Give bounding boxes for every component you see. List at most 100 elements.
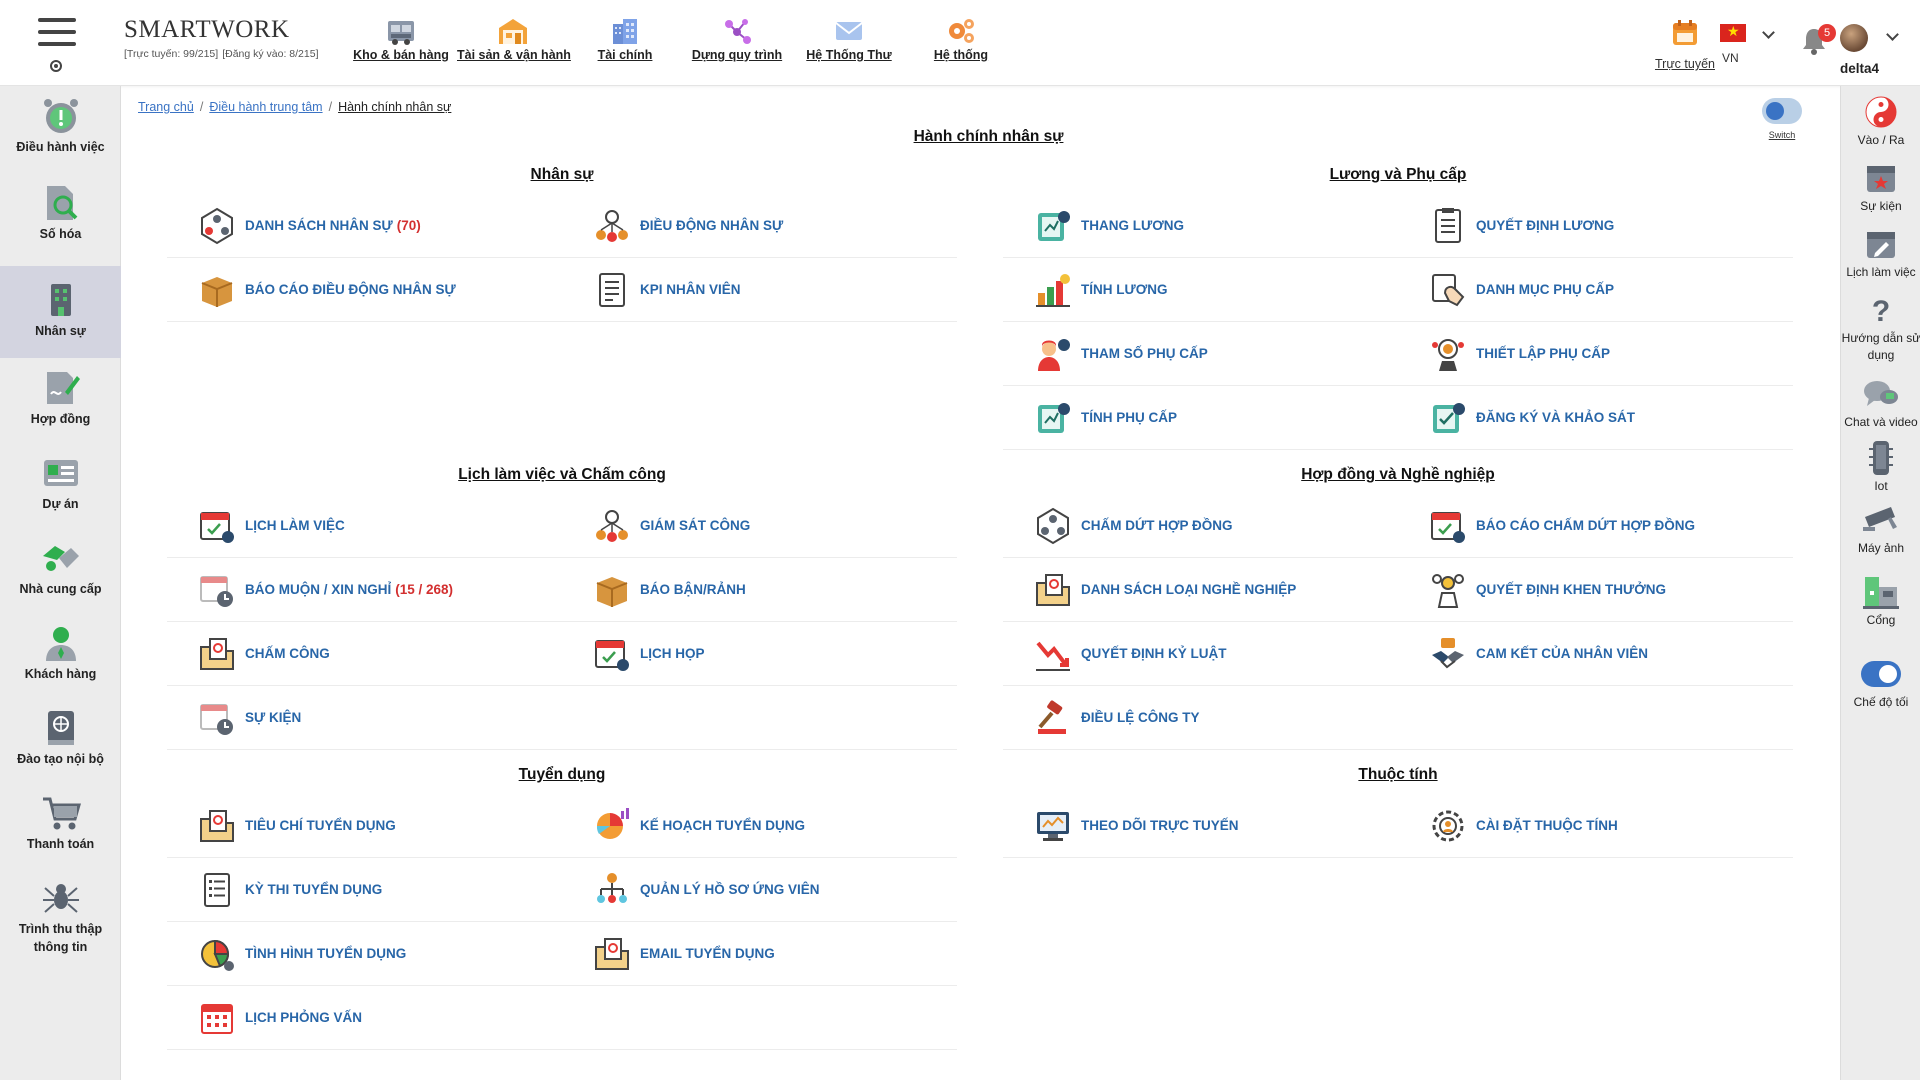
salary-scale-link[interactable]: THANG LƯƠNG [1003, 194, 1398, 257]
work-schedule-link[interactable]: LỊCH LÀM VIỆC [167, 494, 562, 557]
rightbar-label: Iot [1874, 479, 1888, 493]
online-button[interactable]: Trực tuyến [1650, 18, 1720, 71]
busy-free-link[interactable]: BÁO BẬN/RẢNH [562, 558, 957, 621]
survey-register-link[interactable]: ĐĂNG KÝ VÀ KHẢO SÁT [1398, 386, 1793, 449]
rightbar-item-iot[interactable]: Iot [1841, 438, 1920, 498]
company-charter-link[interactable]: ĐIỀU LỆ CÔNG TY [1003, 686, 1398, 749]
late-leave-link[interactable]: BÁO MUỘN / XIN NGHỈ (15 / 268) [167, 558, 562, 621]
link-label: DANH SÁCH LOẠI NGHỀ NGHIỆP [1081, 582, 1297, 597]
events-link[interactable]: SỰ KIỆN [167, 686, 562, 749]
section-title: Lịch làm việc và Chấm công [458, 466, 666, 483]
reward-decision-link[interactable]: QUYẾT ĐỊNH KHEN THƯỞNG [1398, 558, 1793, 621]
gate-door-icon [1863, 577, 1899, 609]
topnav-assets-operations[interactable]: Tài sản & vận hành [457, 14, 571, 62]
contract-terminate-link[interactable]: CHẤM DỨT HỢP ĐỒNG [1003, 494, 1398, 557]
sidebar-item-training[interactable]: Đào tạo nội bộ [0, 706, 121, 781]
office-building-icon [50, 284, 71, 316]
meeting-calendar-link[interactable]: LỊCH HỌP [562, 622, 957, 685]
timekeeping-link[interactable]: CHẤM CÔNG [167, 622, 562, 685]
grid-row: LỊCH PHỎNG VẤN [167, 986, 957, 1050]
recruit-exam-link[interactable]: KỲ THI TUYỂN DỤNG [167, 858, 562, 921]
hr-transfer-link[interactable]: ĐIỀU ĐỘNG NHÂN SỰ [562, 194, 957, 257]
allowance-setup-link[interactable]: THIẾT LẬP PHỤ CẤP [1398, 322, 1793, 385]
grid-row: CHẤM DỨT HỢP ĐỒNG BÁO CÁO CHẤM DỨT HỢP Đ… [1003, 494, 1793, 558]
termination-report-link[interactable]: BÁO CÁO CHẤM DỨT HỢP ĐỒNG [1398, 494, 1793, 557]
section-title: Thuộc tính [1358, 766, 1438, 783]
right-sidebar: Vào / Ra Sự kiện Lịch làm việc ? Hướng d… [1840, 86, 1920, 1080]
rightbar-item-gate[interactable]: Cổng [1841, 572, 1920, 632]
rightbar-item-events[interactable]: Sự kiện [1841, 158, 1920, 218]
allowance-calc-link[interactable]: TÍNH PHỤ CẤP [1003, 386, 1398, 449]
recruit-criteria-link[interactable]: TIÊU CHÍ TUYỂN DỤNG [167, 794, 562, 857]
topnav-system[interactable]: Hệ thống [905, 14, 1017, 62]
rightbar-item-work-calendar[interactable]: Lịch làm việc [1841, 224, 1920, 284]
allowance-catalog-link[interactable]: DANH MỤC PHỤ CẤP [1398, 258, 1793, 321]
allowance-parameter-link[interactable]: THAM SỐ PHỤ CẤP [1003, 322, 1398, 385]
sidebar-item-customers[interactable]: Khách hàng [0, 621, 121, 696]
app-name[interactable]: SMARTWORK [124, 16, 323, 44]
sidebar-item-suppliers[interactable]: Nhà cung cấp [0, 536, 121, 611]
topnav-label: Dựng quy trình [691, 48, 783, 62]
recruit-plan-link[interactable]: KẾ HOẠCH TUYỂN DỤNG [562, 794, 957, 857]
discipline-decision-link[interactable]: QUYẾT ĐỊNH KỶ LUẬT [1003, 622, 1398, 685]
toggle-icon[interactable] [1861, 661, 1901, 687]
notification-badge: 5 [1818, 24, 1836, 42]
hr-list-link[interactable]: DANH SÁCH NHÂN SỰ (70) [167, 194, 562, 257]
rightbar-item-chat-video[interactable]: Chat và video [1841, 374, 1920, 434]
topnav-workflow[interactable]: Dựng quy trình [681, 14, 793, 62]
switch-toggle[interactable] [1762, 98, 1802, 124]
sidebar-item-hr[interactable]: Nhân sự [0, 266, 121, 358]
occupation-list-link[interactable]: DANH SÁCH LOẠI NGHỀ NGHIỆP [1003, 558, 1398, 621]
user-menu[interactable]: delta4 [1840, 24, 1920, 76]
plan-pie-chart-icon [596, 807, 629, 839]
salary-decision-link[interactable]: QUYẾT ĐỊNH LƯƠNG [1398, 194, 1793, 257]
sidebar-item-projects[interactable]: Dự án [0, 451, 121, 526]
people-network-icon [201, 207, 233, 244]
section-grid: THANG LƯƠNG QUYẾT ĐỊNH LƯƠNG TÍNH LƯƠNG … [1003, 194, 1793, 450]
online-tracking-link[interactable]: THEO DÕI TRỰC TUYẾN [1003, 794, 1398, 857]
employee-commitment-link[interactable]: CAM KẾT CỦA NHÂN VIÊN [1398, 622, 1793, 685]
rightbar-item-camera[interactable]: Máy ảnh [1841, 500, 1920, 560]
rightbar-item-dark-mode[interactable]: Chế độ tối [1841, 654, 1920, 714]
language-selector[interactable]: VN [1720, 23, 1780, 65]
chevron-down-icon[interactable] [1886, 28, 1899, 41]
breadcrumb-home[interactable]: Trang chủ [138, 100, 194, 114]
sidebar-item-operations[interactable]: Điều hành việc [0, 94, 121, 174]
work-calendar-icon [1867, 232, 1895, 258]
avatar[interactable] [1840, 24, 1868, 52]
grid-row: LỊCH LÀM VIỆC GIÁM SÁT CÔNG [167, 494, 957, 558]
chevron-down-icon[interactable] [1762, 26, 1775, 39]
hr-kpi-link[interactable]: KPI NHÂN VIÊN [562, 258, 957, 321]
topnav-finance[interactable]: Tài chính [569, 14, 681, 62]
menu-expand-icon[interactable] [50, 60, 62, 72]
sidebar-item-crawler[interactable]: Trình thu thập thông tin [0, 876, 121, 976]
link-label: BÁO CÁO ĐIỀU ĐỘNG NHÂN SỰ [245, 282, 456, 297]
rightbar-item-user-guide[interactable]: ? Hướng dẫn sử dụng [1841, 290, 1920, 362]
attribute-settings-link[interactable]: CÀI ĐẶT THUỘC TÍNH [1398, 794, 1793, 857]
recruit-email-link[interactable]: EMAIL TUYỂN DỤNG [562, 922, 957, 985]
candidate-profiles-link[interactable]: QUẢN LÝ HỒ SƠ ỨNG VIÊN [562, 858, 957, 921]
grid-row: DANH SÁCH NHÂN SỰ (70) ĐIỀU ĐỘNG NHÂN SỰ [167, 194, 957, 258]
interview-schedule-link[interactable]: LỊCH PHỎNG VẤN [167, 986, 562, 1049]
salary-calc-link[interactable]: TÍNH LƯƠNG [1003, 258, 1398, 321]
notifications-button[interactable]: 5 [1800, 24, 1836, 56]
topnav-mail-system[interactable]: Hệ Thống Thư [793, 14, 905, 62]
recruit-status-link[interactable]: TÌNH HÌNH TUYỂN DỤNG [167, 922, 562, 985]
sidebar-item-digitize[interactable]: Số hóa [0, 181, 121, 256]
topnav-warehouse-sales[interactable]: Kho & bán hàng [345, 14, 457, 62]
menu-icon[interactable] [38, 18, 76, 52]
link-label: KỲ THI TUYỂN DỤNG [245, 882, 383, 897]
sidebar-item-label: Thanh toán [26, 837, 95, 851]
status-pie-icon [201, 939, 234, 971]
link-label: LỊCH PHỎNG VẤN [245, 1010, 363, 1025]
breadcrumb-parent[interactable]: Điều hành trung tâm [209, 100, 322, 114]
work-monitor-link[interactable]: GIÁM SÁT CÔNG [562, 494, 957, 557]
sidebar-item-label: Đào tạo nội bộ [17, 752, 104, 766]
hr-transfer-report-link[interactable]: BÁO CÁO ĐIỀU ĐỘNG NHÂN SỰ [167, 258, 562, 321]
sidebar-item-contracts[interactable]: Hợp đồng [0, 366, 121, 441]
grid-row: THAM SỐ PHỤ CẤP THIẾT LẬP PHỤ CẤP [1003, 322, 1793, 386]
sidebar-item-payment[interactable]: Thanh toán [0, 791, 121, 866]
link-label: BÁO MUỘN / XIN NGHỈ [245, 582, 392, 597]
empty-cell [1398, 686, 1793, 749]
allowance-setup-icon [1432, 338, 1464, 371]
